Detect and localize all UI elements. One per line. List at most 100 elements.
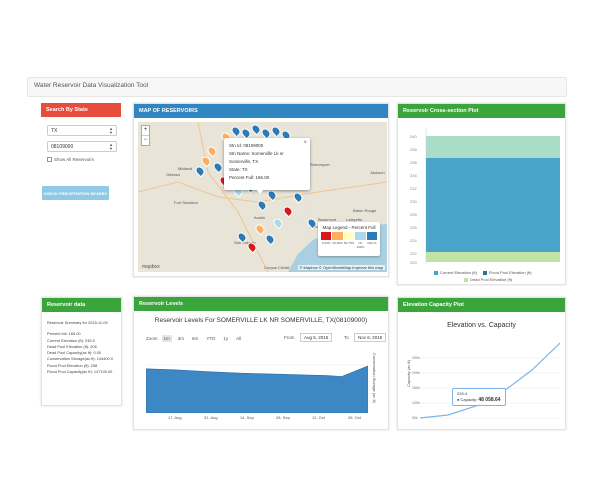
reservoir-select-value: 08109000	[51, 144, 74, 150]
legend-swatch	[332, 232, 343, 240]
reservoir-data-panel: Reservoir data Reservoir Summary for 201…	[41, 297, 122, 406]
x-tick: 12. Oct	[312, 415, 325, 420]
xs-ytick: 240	[410, 134, 417, 139]
xs-ytick: 234	[410, 173, 417, 178]
y-tick: 200k	[412, 371, 420, 375]
mapbox-logo[interactable]: mapbox	[142, 264, 160, 270]
popup-line-id: Stn Id: 08109000	[229, 143, 264, 148]
check-precipitation-button[interactable]: CHECK PRECIPITATION NEARBY	[42, 186, 109, 200]
city-label: Austin	[254, 215, 266, 220]
city-label: Odessa	[166, 172, 180, 177]
show-all-label: Show All Reservoirs	[54, 157, 95, 162]
legend-dead[interactable]: Dead Pool Elevation (ft)	[464, 276, 512, 283]
reservoir-data-heading: Reservoir data	[42, 298, 121, 312]
elevation-chart-title: Elevation vs. Capacity	[447, 322, 516, 329]
legend-label: 75-100%	[356, 241, 365, 249]
city-label: Jackson	[370, 170, 385, 175]
y-tick: 250k	[412, 356, 420, 360]
y-tick: 100k	[412, 401, 420, 405]
legend-swatch	[343, 232, 355, 240]
map-legend-title: Map Legend - Percent Full	[322, 225, 376, 230]
reservoir-map[interactable]: + − Shreveport Odessa Midland Austin San…	[138, 122, 387, 272]
map-legend-swatches	[321, 232, 378, 240]
city-label: Midland	[178, 166, 193, 171]
levels-y-label: Conservation Storage (ac ft)	[372, 353, 377, 404]
zoom-out-button[interactable]: −	[142, 135, 149, 145]
capacity-series-line	[420, 342, 560, 419]
to-date-input[interactable]: Nov 6, 2015	[354, 333, 387, 342]
legend-label: 25-50%	[332, 241, 343, 245]
search-panel: Search By State TX ▲ ▼ 08109000 ▲ ▼ Show A…	[41, 103, 121, 220]
zoom-label: Zoom	[146, 336, 158, 341]
x-tick: 14. Sep	[240, 415, 254, 420]
x-tick: 28. Sep	[276, 415, 290, 420]
xs-ytick: 230	[410, 199, 417, 204]
cross-section-heading: Reservoir Cross-section Plot	[398, 104, 565, 118]
elevation-line-chart[interactable]	[420, 336, 560, 426]
from-date-input[interactable]: Aug 5, 2015	[300, 333, 333, 342]
close-icon[interactable]: ×	[303, 139, 307, 147]
search-heading: Search By State	[41, 103, 121, 117]
reservoir-select[interactable]: 08109000 ▲ ▼	[47, 141, 117, 152]
xs-ytick: 224	[410, 238, 417, 243]
cross-section-yticks: 240 238 236 234 232 230 228 226 224 222 …	[410, 134, 417, 265]
legend-flood[interactable]: Flood Pool Elevation (ft)	[482, 269, 532, 276]
show-all-checkbox[interactable]	[47, 157, 52, 162]
levels-chart-title: Reservoir Levels For SOMERVILLE LK NR SO…	[154, 317, 368, 324]
legend-swatch	[321, 232, 332, 240]
xs-ytick: 228	[410, 212, 417, 217]
x-tick: 17. Aug	[168, 415, 182, 420]
range-selector: Zoom 1m 3m 6m YTD 1y All	[146, 335, 243, 342]
x-tick: 26. Oct	[348, 415, 361, 420]
map-legend-labels: 0-25% 25-50% 50-75% 75-100% 100+%	[321, 241, 377, 249]
map-legend: Map Legend - Percent Full 0-25% 25-50% 5…	[318, 222, 380, 256]
legend-current[interactable]: Current Elevation (ft)	[434, 269, 477, 276]
zoom-control: + −	[141, 125, 150, 146]
zoom-in-button[interactable]: +	[142, 126, 149, 135]
select-arrows-icon: ▲ ▼	[109, 126, 113, 135]
levels-area-chart[interactable]	[146, 349, 368, 413]
zoom-1y-button[interactable]: 1y	[221, 335, 230, 342]
zoom-all-button[interactable]: All	[234, 335, 243, 342]
state-select[interactable]: TX ▲ ▼	[47, 125, 117, 136]
zoom-1m-button[interactable]: 1m	[161, 335, 172, 342]
summary-title: Reservoir Summary for 2015-11-09	[47, 320, 108, 325]
legend-label: 100+%	[367, 241, 377, 245]
city-label: Shreveport	[310, 162, 330, 167]
flood-pool-band	[426, 136, 560, 158]
popup-line-name: Stn Name: Somerville Lk nr Somerville, T…	[229, 151, 284, 164]
xs-ytick: 236	[410, 160, 417, 165]
map-panel: MAP OF RESERVOIRS + − Shreveport Odessa …	[133, 103, 389, 277]
elevation-y-label: Capacity (ac ft)	[406, 360, 411, 387]
app-title[interactable]: Water Reservoir Data Visualization Tool	[34, 82, 148, 89]
legend-label: 50-75%	[343, 241, 355, 245]
zoom-ytd-button[interactable]: YTD	[204, 335, 217, 342]
state-select-value: TX	[51, 128, 58, 134]
tooltip-body: ● Capacity: 48 058.64	[457, 397, 501, 403]
to-label: To	[344, 335, 349, 340]
show-all-row[interactable]: Show All Reservoirs	[47, 157, 94, 162]
map-heading: MAP OF RESERVOIRS	[134, 104, 388, 118]
from-label: From	[284, 335, 295, 340]
top-navbar: Water Reservoir Data Visualization Tool	[27, 77, 567, 97]
cross-section-panel: Reservoir Cross-section Plot 240 238 236…	[397, 103, 566, 285]
zoom-3m-button[interactable]: 3m	[176, 335, 186, 342]
reservoir-levels-panel: Reservoir Levels Reservoir Levels For SO…	[133, 296, 389, 430]
x-tick: 31. Aug	[204, 415, 218, 420]
map-attribution[interactable]: © Mapbox © OpenStreetMap Improve this ma…	[297, 265, 385, 270]
legend-label: 0-25%	[321, 241, 331, 245]
summary-line: Flood Pool Capacity(ac ft): 147100.00	[47, 369, 113, 375]
elevation-capacity-heading: Elevation Capacity Plot	[398, 298, 565, 312]
cross-section-chart: 240 238 236 234 232 230 228 226 224 222 …	[410, 128, 560, 265]
popup-line-percent: Percent Full: 166.00	[229, 175, 270, 180]
elevation-capacity-panel: Elevation Capacity Plot Elevation vs. Ca…	[397, 297, 566, 430]
capacity-tooltip: 226.4 ● Capacity: 48 058.64	[452, 388, 506, 406]
levels-area-series	[146, 365, 368, 413]
y-tick: 50k	[412, 416, 418, 420]
zoom-6m-button[interactable]: 6m	[190, 335, 200, 342]
y-tick: 150k	[412, 386, 420, 390]
xs-ytick: 220	[410, 260, 417, 265]
popup-line-state: State: TX	[229, 167, 248, 172]
city-label: Fort Stockton	[174, 200, 198, 205]
station-popup: × Stn Id: 08109000 Stn Name: Somerville …	[224, 138, 310, 190]
